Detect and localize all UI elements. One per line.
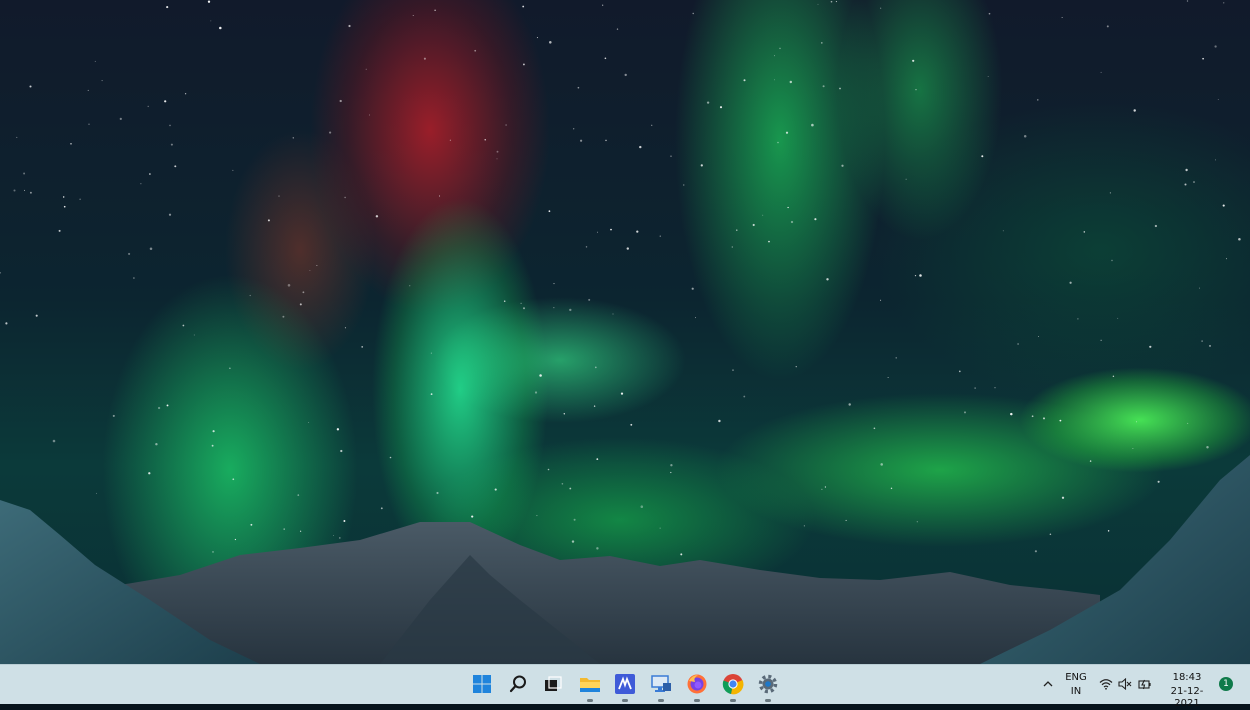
m-logo-icon: [615, 674, 635, 694]
taskbar: ENG IN 18:43 21-12-2021: [0, 664, 1250, 709]
desktop-wallpaper: [0, 0, 1250, 664]
windows-logo-icon: [473, 675, 491, 693]
monitor-icon: [651, 675, 671, 692]
firefox-icon: [687, 674, 707, 694]
settings-button[interactable]: [755, 671, 781, 702]
chrome-button[interactable]: [720, 671, 746, 702]
notification-badge[interactable]: 1: [1219, 677, 1233, 691]
task-view-button[interactable]: [540, 671, 566, 697]
start-button[interactable]: [469, 671, 495, 697]
chevron-up-icon: [1043, 681, 1053, 687]
show-hidden-icons-button[interactable]: [1040, 676, 1056, 692]
search-icon: [509, 675, 526, 693]
clock-date: 21-12-2021: [1170, 686, 1204, 709]
network-button[interactable]: [1098, 676, 1114, 692]
clock-time: 18:43: [1172, 672, 1202, 683]
running-indicator: [730, 699, 736, 702]
task-view-icon: [545, 676, 562, 691]
volume-button[interactable]: [1117, 676, 1133, 692]
search-button[interactable]: [505, 671, 531, 697]
chrome-icon: [722, 674, 744, 695]
running-indicator: [587, 699, 593, 702]
mountain-range: [0, 455, 1250, 664]
app-m-button[interactable]: [612, 671, 638, 702]
folder-icon: [580, 678, 600, 692]
wifi-icon: [1099, 679, 1113, 690]
language-code: ENG: [1065, 672, 1087, 683]
file-explorer-button[interactable]: [577, 671, 603, 702]
running-indicator: [622, 699, 628, 702]
snipping-tool-button[interactable]: [648, 671, 674, 702]
battery-button[interactable]: [1137, 676, 1153, 692]
battery-charging-icon: [1138, 679, 1151, 690]
running-indicator: [694, 699, 700, 702]
running-indicator: [765, 699, 771, 702]
firefox-button[interactable]: [684, 671, 710, 702]
speaker-muted-icon: [1118, 678, 1132, 690]
gear-icon: [758, 674, 778, 694]
language-region: IN: [1070, 686, 1082, 697]
clock[interactable]: 18:43 21-12-2021: [1160, 672, 1214, 710]
language-indicator[interactable]: ENG IN: [1062, 672, 1090, 698]
running-indicator: [658, 699, 664, 702]
